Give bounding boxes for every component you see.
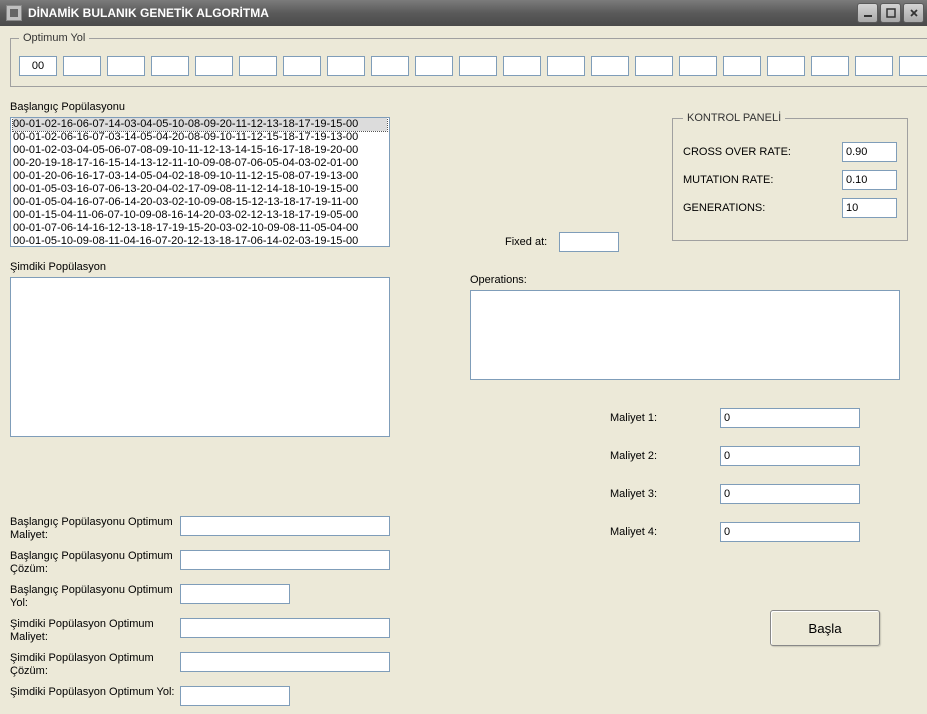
kontrol-panel-legend: KONTROL PANELİ: [683, 112, 785, 124]
opt-box-17[interactable]: [767, 56, 805, 76]
opt-box-0[interactable]: 00: [19, 56, 57, 76]
mutation-input[interactable]: [842, 170, 897, 190]
app-icon: [6, 5, 22, 21]
list-item[interactable]: 00-01-02-06-16-07-03-14-05-04-20-08-09-1…: [13, 131, 387, 144]
crossover-input[interactable]: [842, 142, 897, 162]
crossover-label: CROSS OVER RATE:: [683, 146, 842, 158]
maliyet3-input[interactable]: [720, 484, 860, 504]
maximize-button[interactable]: [880, 3, 901, 23]
opt-box-13[interactable]: [591, 56, 629, 76]
bp-opt-maliyet-input[interactable]: [180, 516, 390, 536]
opt-box-12[interactable]: [547, 56, 585, 76]
simdiki-pop-label: Şimdiki Popülasyon: [10, 261, 917, 273]
maliyet2-label: Maliyet 2:: [610, 450, 720, 462]
mutation-label: MUTATION RATE:: [683, 174, 842, 186]
sp-opt-cozum-input[interactable]: [180, 652, 390, 672]
bp-opt-yol-label: Başlangıç Popülasyonu Optimum Yol:: [10, 584, 180, 610]
optimum-yol-boxes: 00 00: [19, 52, 927, 76]
opt-box-16[interactable]: [723, 56, 761, 76]
window-title: DİNAMİK BULANIK GENETİK ALGORİTMA: [28, 6, 855, 20]
optimum-yol-group: Optimum Yol 00 00: [10, 32, 927, 87]
opt-box-1[interactable]: [63, 56, 101, 76]
sp-opt-yol-input[interactable]: [180, 686, 290, 706]
operations-textbox[interactable]: [470, 290, 900, 380]
maliyet4-input[interactable]: [720, 522, 860, 542]
maliyet1-label: Maliyet 1:: [610, 412, 720, 424]
kontrol-panel-group: KONTROL PANELİ CROSS OVER RATE: MUTATION…: [672, 112, 908, 241]
generations-label: GENERATIONS:: [683, 202, 842, 214]
generations-input[interactable]: [842, 198, 897, 218]
opt-box-5[interactable]: [239, 56, 277, 76]
start-button[interactable]: Başla: [770, 610, 880, 646]
opt-box-7[interactable]: [327, 56, 365, 76]
maliyet2-input[interactable]: [720, 446, 860, 466]
opt-box-18[interactable]: [811, 56, 849, 76]
opt-box-11[interactable]: [503, 56, 541, 76]
bp-opt-cozum-label: Başlangıç Popülasyonu Optimum Çözüm:: [10, 550, 180, 576]
opt-box-6[interactable]: [283, 56, 321, 76]
maliyet4-label: Maliyet 4:: [610, 526, 720, 538]
bp-opt-maliyet-label: Başlangıç Popülasyonu Optimum Maliyet:: [10, 516, 180, 542]
opt-box-4[interactable]: [195, 56, 233, 76]
opt-box-10[interactable]: [459, 56, 497, 76]
maliyet1-input[interactable]: [720, 408, 860, 428]
opt-box-2[interactable]: [107, 56, 145, 76]
list-item[interactable]: 00-01-20-06-16-17-03-14-05-04-02-18-09-1…: [13, 170, 387, 183]
opt-box-9[interactable]: [415, 56, 453, 76]
sp-opt-yol-label: Şimdiki Popülasyon Optimum Yol:: [10, 686, 180, 699]
list-item[interactable]: 00-01-05-03-16-07-06-13-20-04-02-17-09-0…: [13, 183, 387, 196]
list-item[interactable]: 00-01-02-16-06-07-14-03-04-05-10-08-09-2…: [13, 118, 387, 131]
opt-box-19[interactable]: [855, 56, 893, 76]
start-button-label: Başla: [808, 621, 841, 636]
close-button[interactable]: [903, 3, 924, 23]
list-item[interactable]: 00-01-05-10-09-08-11-04-16-07-20-12-13-1…: [13, 235, 387, 247]
bp-opt-cozum-input[interactable]: [180, 550, 390, 570]
simdiki-pop-listbox[interactable]: [10, 277, 390, 437]
sp-opt-maliyet-label: Şimdiki Popülasyon Optimum Maliyet:: [10, 618, 180, 644]
window-titlebar: DİNAMİK BULANIK GENETİK ALGORİTMA: [0, 0, 927, 26]
baslangic-pop-listbox[interactable]: 00-01-02-16-06-07-14-03-04-05-10-08-09-2…: [10, 117, 390, 247]
list-item[interactable]: 00-20-19-18-17-16-15-14-13-12-11-10-09-0…: [13, 157, 387, 170]
opt-box-14[interactable]: [635, 56, 673, 76]
list-item[interactable]: 00-01-15-04-11-06-07-10-09-08-16-14-20-0…: [13, 209, 387, 222]
fixed-at-input[interactable]: [559, 232, 619, 252]
list-item[interactable]: 00-01-05-04-16-07-06-14-20-03-02-10-09-0…: [13, 196, 387, 209]
opt-box-15[interactable]: [679, 56, 717, 76]
sp-opt-maliyet-input[interactable]: [180, 618, 390, 638]
optimum-yol-legend: Optimum Yol: [19, 32, 89, 44]
fixed-at-label: Fixed at:: [505, 236, 547, 248]
opt-box-3[interactable]: [151, 56, 189, 76]
operations-label: Operations:: [470, 274, 900, 286]
opt-box-8[interactable]: [371, 56, 409, 76]
list-item[interactable]: 00-01-07-06-14-16-12-13-18-17-19-15-20-0…: [13, 222, 387, 235]
list-item[interactable]: 00-01-02-03-04-05-06-07-08-09-10-11-12-1…: [13, 144, 387, 157]
bp-opt-yol-input[interactable]: [180, 584, 290, 604]
opt-box-20[interactable]: [899, 56, 927, 76]
minimize-button[interactable]: [857, 3, 878, 23]
maliyet3-label: Maliyet 3:: [610, 488, 720, 500]
sp-opt-cozum-label: Şimdiki Popülasyon Optimum Çözüm:: [10, 652, 180, 678]
